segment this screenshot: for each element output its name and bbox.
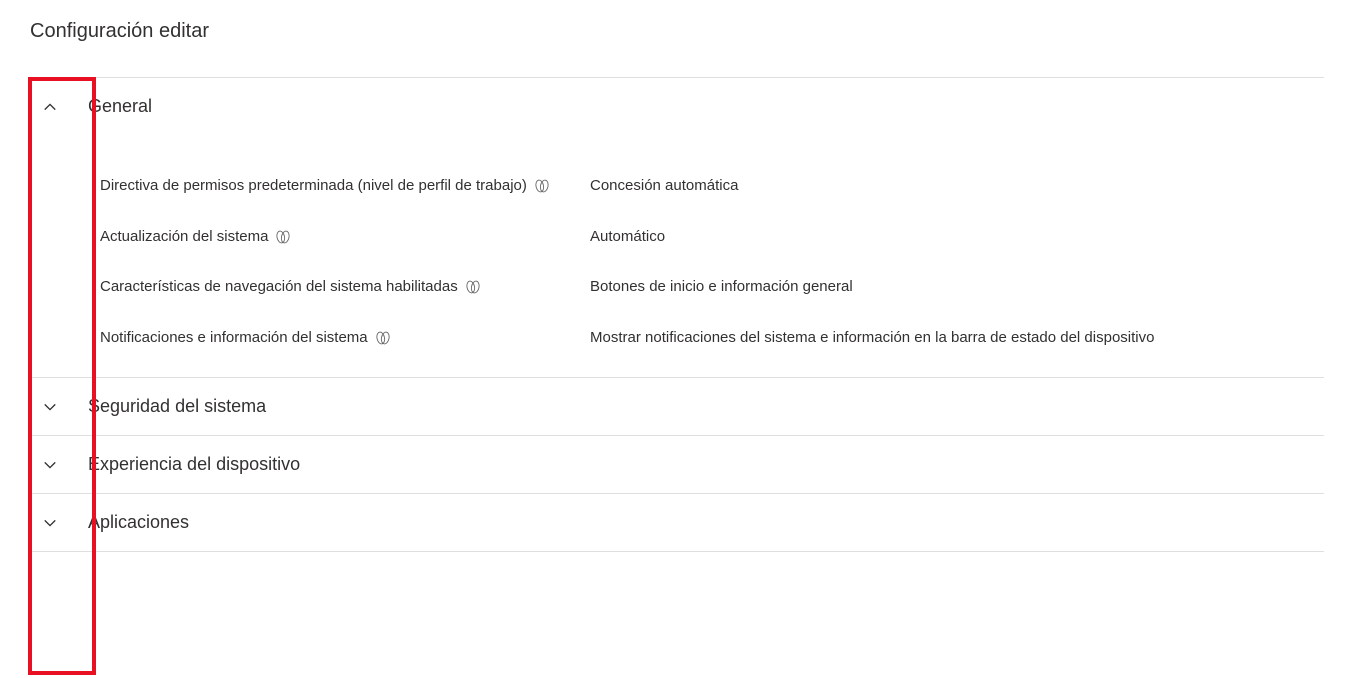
setting-row: Actualización del sistema Automático	[100, 226, 1324, 249]
copilot-icon[interactable]	[274, 228, 292, 246]
setting-label: Actualización del sistema	[100, 226, 268, 249]
chevron-up-icon	[30, 100, 70, 114]
accordion-section-applications: Aplicaciones	[30, 494, 1324, 552]
setting-value: Botones de inicio e información general	[590, 276, 1324, 299]
setting-label: Notificaciones e información del sistema	[100, 327, 368, 350]
setting-value: Mostrar notificaciones del sistema e inf…	[590, 327, 1324, 350]
accordion-body-general: Directiva de permisos predeterminada (ni…	[30, 135, 1324, 377]
copilot-icon[interactable]	[533, 177, 551, 195]
page-title: Configuración editar	[30, 20, 1324, 57]
accordion-header-applications[interactable]: Aplicaciones	[30, 494, 1324, 551]
setting-value: Concesión automática	[590, 175, 1324, 198]
setting-row: Directiva de permisos predeterminada (ni…	[100, 175, 1324, 198]
accordion-header-system-security[interactable]: Seguridad del sistema	[30, 378, 1324, 435]
chevron-down-icon	[30, 516, 70, 530]
copilot-icon[interactable]	[464, 278, 482, 296]
setting-label: Características de navegación del sistem…	[100, 276, 458, 299]
accordion-title: Aplicaciones	[88, 512, 189, 533]
accordion-title: General	[88, 96, 152, 117]
accordion-section-system-security: Seguridad del sistema	[30, 378, 1324, 436]
chevron-down-icon	[30, 400, 70, 414]
setting-row: Características de navegación del sistem…	[100, 276, 1324, 299]
accordion-title: Seguridad del sistema	[88, 396, 266, 417]
accordion-title: Experiencia del dispositivo	[88, 454, 300, 475]
accordion-section-general: General Directiva de permisos predetermi…	[30, 78, 1324, 378]
chevron-down-icon	[30, 458, 70, 472]
accordion-header-general[interactable]: General	[30, 78, 1324, 135]
setting-row: Notificaciones e información del sistema…	[100, 327, 1324, 350]
accordion-header-device-experience[interactable]: Experiencia del dispositivo	[30, 436, 1324, 493]
settings-accordion: General Directiva de permisos predetermi…	[30, 77, 1324, 552]
setting-label: Directiva de permisos predeterminada (ni…	[100, 175, 527, 198]
setting-value: Automático	[590, 226, 1324, 249]
copilot-icon[interactable]	[374, 329, 392, 347]
accordion-section-device-experience: Experiencia del dispositivo	[30, 436, 1324, 494]
